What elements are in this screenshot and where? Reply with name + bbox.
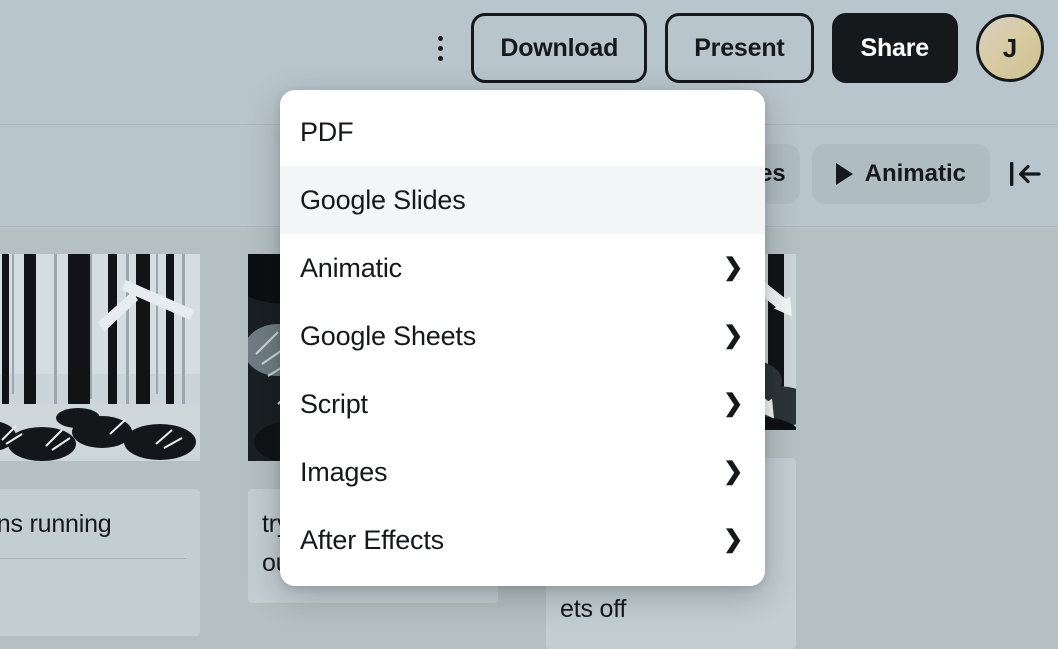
menu-item-google-sheets[interactable]: Google Sheets ❯ (280, 302, 765, 370)
kebab-dot (438, 56, 443, 61)
toolbar-actions: Download Present Share J (427, 12, 1044, 84)
kebab-dot (438, 46, 443, 51)
caption-line-4: ets off (560, 590, 782, 629)
caption-divider (0, 558, 186, 559)
kebab-dot (438, 36, 443, 41)
avatar-initial: J (1003, 33, 1017, 64)
menu-item-google-slides[interactable]: Google Slides (280, 166, 765, 234)
menu-item-label: Images (300, 457, 387, 488)
man-running-in-forest-illustration (0, 254, 200, 461)
chevron-right-icon: ❯ (723, 256, 743, 280)
menu-item-script[interactable]: Script ❯ (280, 370, 765, 438)
caption-line-primary: egins running (0, 505, 186, 544)
collapse-panel-left-icon[interactable] (1002, 151, 1048, 197)
storyboard-frame-image[interactable] (0, 254, 200, 461)
clipped-view-chip[interactable]: es (759, 144, 800, 204)
menu-item-label: Google Sheets (300, 321, 476, 352)
chevron-right-icon: ❯ (723, 392, 743, 416)
chevron-right-icon: ❯ (723, 324, 743, 348)
collapse-panel-left-glyph (1008, 159, 1042, 189)
caption-line-secondary: in (0, 577, 186, 616)
kebab-menu-icon[interactable] (427, 28, 453, 68)
animatic-button[interactable]: Animatic (812, 144, 990, 204)
menu-item-animatic[interactable]: Animatic ❯ (280, 234, 765, 302)
present-button[interactable]: Present (665, 13, 813, 83)
view-controls-right-group: es Animatic (759, 144, 1048, 204)
menu-item-label: Google Slides (300, 185, 466, 216)
chevron-right-icon: ❯ (723, 528, 743, 552)
menu-item-pdf[interactable]: PDF (280, 98, 765, 166)
download-dropdown-menu: PDFGoogle SlidesAnimatic❯Google Sheets❯S… (280, 90, 765, 586)
chevron-right-icon: ❯ (723, 460, 743, 484)
menu-item-label: PDF (300, 117, 353, 148)
menu-item-label: After Effects (300, 525, 444, 556)
share-button[interactable]: Share (832, 13, 958, 83)
menu-item-label: Animatic (300, 253, 402, 284)
menu-item-label: Script (300, 389, 368, 420)
storyboard-card-caption: egins running in (0, 489, 200, 636)
storyboard-card[interactable]: egins running in (0, 254, 200, 649)
animatic-button-label: Animatic (865, 160, 966, 188)
download-button[interactable]: Download (471, 13, 647, 83)
avatar[interactable]: J (976, 14, 1044, 82)
menu-item-after-effects[interactable]: After Effects ❯ (280, 506, 765, 574)
menu-item-images[interactable]: Images ❯ (280, 438, 765, 506)
play-icon (836, 163, 853, 185)
